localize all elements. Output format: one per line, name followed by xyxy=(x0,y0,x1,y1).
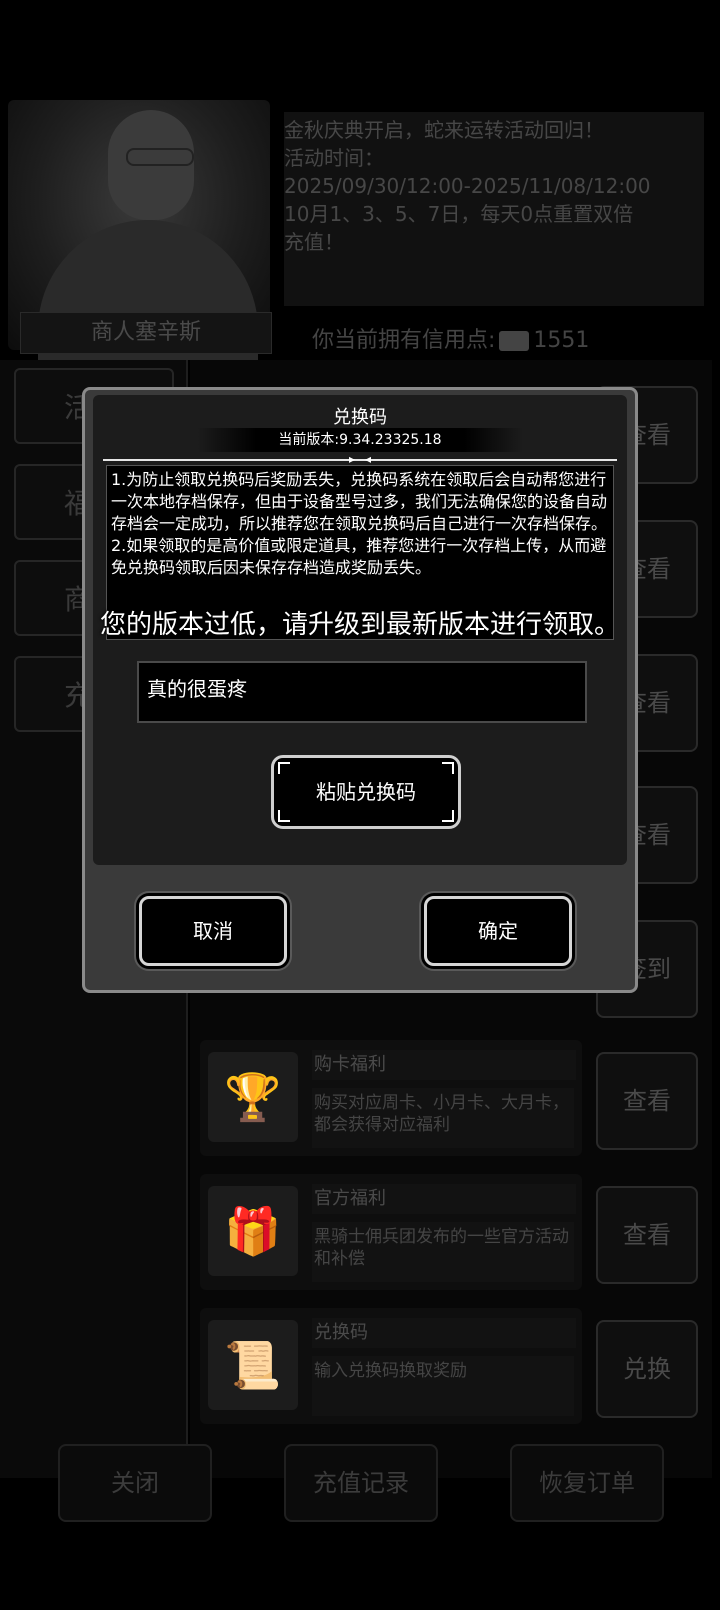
paste-code-button[interactable]: 粘贴兑换码 xyxy=(271,755,461,829)
gift-box-icon: 🎁 xyxy=(208,1186,298,1276)
credit-balance: 你当前拥有信用点: 1551 xyxy=(312,322,589,354)
credit-value: 1551 xyxy=(533,328,590,353)
redeem-code-input[interactable]: 真的很蛋疼 xyxy=(137,661,587,723)
version-toast: 您的版本过低，请升级到最新版本进行领取。 xyxy=(99,610,620,640)
list-item: 📜 兑换码 输入兑换码换取奖励 xyxy=(200,1308,582,1424)
row-title: 兑换码 xyxy=(312,1318,576,1348)
card-welfare-view-button[interactable]: 查看 xyxy=(596,1052,698,1150)
cancel-button[interactable]: 取消 xyxy=(139,896,287,966)
credit-label: 你当前拥有信用点: xyxy=(312,328,496,353)
redeem-code-dialog: 兑换码 当前版本:9.34.23325.18 ▸ ◂ 1.为防止领取兑换码后奖励… xyxy=(82,387,638,993)
notice-paragraph-1: 1.为防止领取兑换码后奖励丢失，兑换码系统在领取后会自动帮您进行一次本地存档保存… xyxy=(111,470,608,533)
dialog-title: 兑换码 xyxy=(333,407,387,428)
paste-code-label: 粘贴兑换码 xyxy=(316,780,416,804)
notice-paragraph-2: 2.如果领取的是高价值或限定道具，推荐您进行一次存档上传，从而避免兑换码领取后因… xyxy=(111,536,607,577)
official-welfare-view-button[interactable]: 查看 xyxy=(596,1186,698,1284)
arrow-left-icon: ◂ xyxy=(365,452,372,466)
arrow-right-icon: ▸ xyxy=(349,452,356,466)
row-title: 购卡福利 xyxy=(312,1050,576,1080)
scroll-icon: 📜 xyxy=(208,1320,298,1410)
version-label: 当前版本:9.34.23325.18 xyxy=(197,428,523,452)
list-item: 🏆 购卡福利 购买对应周卡、小月卡、大月卡，都会获得对应福利 xyxy=(200,1040,582,1156)
close-button[interactable]: 关闭 xyxy=(58,1444,212,1522)
row-description: 购买对应周卡、小月卡、大月卡，都会获得对应福利 xyxy=(312,1088,574,1148)
list-item: 🎁 官方福利 黑骑士佣兵团发布的一些官方活动和补偿 xyxy=(200,1174,582,1290)
redeem-code-button[interactable]: 兑换 xyxy=(596,1320,698,1418)
row-description: 黑骑士佣兵团发布的一些官方活动和补偿 xyxy=(312,1222,574,1282)
restore-order-button[interactable]: 恢复订单 xyxy=(510,1444,664,1522)
divider: ▸ ◂ xyxy=(103,452,617,466)
credit-card-icon xyxy=(499,331,530,351)
merchant-name: 商人塞辛斯 xyxy=(20,312,272,354)
row-title: 官方福利 xyxy=(312,1184,576,1214)
row-description: 输入兑换码换取奖励 xyxy=(312,1356,574,1416)
confirm-button[interactable]: 确定 xyxy=(424,896,572,966)
recharge-history-button[interactable]: 充值记录 xyxy=(284,1444,438,1522)
trophy-card-icon: 🏆 xyxy=(208,1052,298,1142)
announcement-text: 金秋庆典开启，蛇来运转活动回归！ 活动时间： 2025/09/30/12:00-… xyxy=(284,112,704,306)
